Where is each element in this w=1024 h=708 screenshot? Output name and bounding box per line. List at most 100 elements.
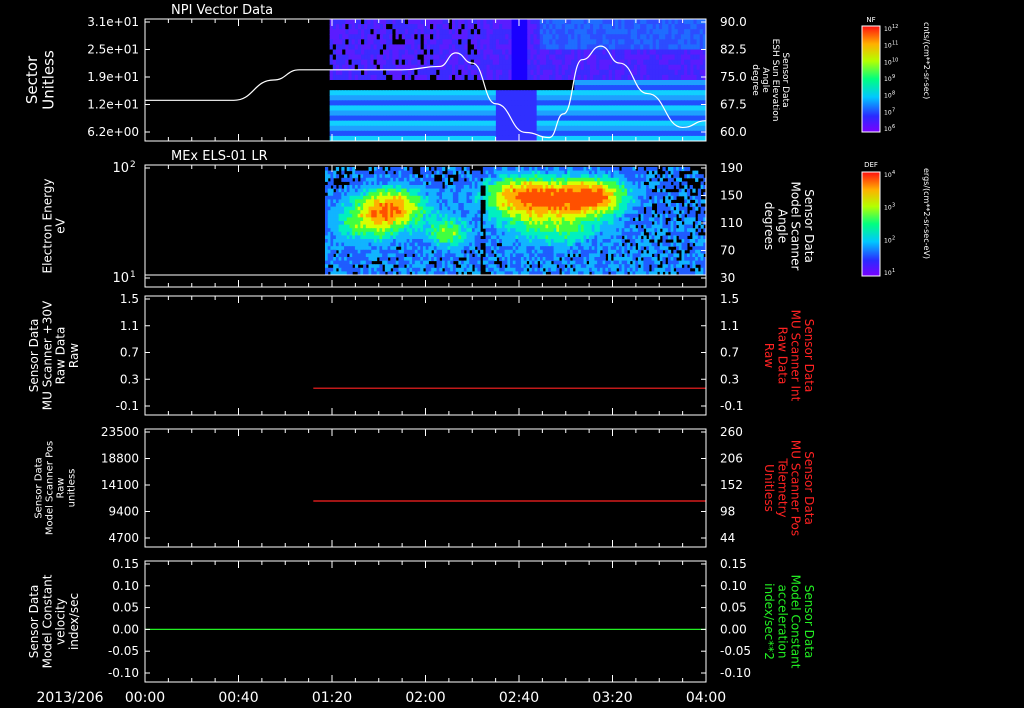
y-tick-label: 10: [112, 161, 129, 176]
panel-1: NPI Vector Data 3.1e+01 2.5e+01 1.9e+01 1.2e…: [23, 3, 790, 142]
axis-label-line: Sensor Data: [780, 52, 790, 107]
y2-tick-label: 110: [720, 216, 743, 230]
y2-tick-label: 1.5: [720, 292, 739, 306]
y-tick-label: 0.7: [120, 346, 139, 360]
axis-label-line: ESH Sun Elevation: [770, 39, 780, 122]
y2-tick-label: 1.1: [720, 319, 739, 333]
axis-label-line: Angle: [775, 209, 789, 243]
def-colorbar-label: DEF: [864, 161, 878, 169]
axis-label: Sensor DataMU Scanner +30VRaw DataRaw: [27, 300, 81, 410]
colorbar-tick-label: 10: [884, 26, 892, 33]
y2-tick-label: 82.5: [720, 43, 747, 57]
axis-label-line: Electron Energy: [40, 178, 54, 273]
colorbar-tick-label: 10: [884, 93, 892, 100]
axis-label: SectorUnitless: [23, 50, 58, 110]
colorbar-tick-exp: 2: [892, 235, 895, 241]
y2-tick-label: 0.3: [720, 372, 739, 386]
nf-colorbar-label: NF: [866, 16, 875, 24]
axis-label-line: Raw Data: [54, 327, 68, 385]
y2-tick-label: 70: [720, 244, 735, 258]
y-tick-label: 3.1e+01: [87, 15, 139, 29]
time-tick-label: 01:20: [312, 690, 352, 706]
axis-label-line: unitless: [67, 469, 78, 508]
axis-label-line: acceleration: [775, 585, 789, 659]
time-tick-label: 00:00: [125, 690, 165, 706]
y-tick-label: 1.5: [120, 292, 139, 306]
axis-label-line: Raw: [67, 343, 81, 368]
axis-label-line: Unitless: [762, 464, 776, 512]
y-tick-label: 1.1: [120, 319, 139, 333]
y2-tick-label: 98: [720, 505, 735, 519]
axis-label-line: MU Scanner Pos: [789, 440, 803, 536]
y-tick-label: 0.3: [120, 372, 139, 386]
axis-label-line: MU Scanner Int: [789, 310, 803, 402]
y2-tick-label: 90.0: [720, 15, 747, 29]
axis-label-line: index/sec: [67, 593, 81, 650]
y-tick-label: -0.05: [108, 644, 139, 658]
colorbar-tick-exp: 6: [892, 124, 895, 130]
axis-label-line: Sector: [23, 55, 41, 104]
axis-label: Sensor DataESH Sun ElevationAngledegree: [750, 39, 790, 122]
axis-label: Sensor DataMU Scanner PosTelemetryUnitle…: [762, 440, 816, 536]
colorbar-tick-exp: 1: [892, 268, 895, 274]
y2-tick-label: 30: [720, 271, 735, 285]
y2-tick-label: 260: [720, 425, 743, 439]
colorbar-tick-exp: 7: [892, 107, 895, 113]
y-tick-label: 0.00: [112, 622, 139, 636]
y2-tick-label: 0.15: [720, 557, 747, 571]
y2-tick-label: 206: [720, 452, 743, 466]
axis-label: Sensor DataModel Constantvelocityindex/s…: [27, 574, 81, 668]
y2-tick-label: -0.1: [720, 399, 743, 413]
colorbar-tick-exp: 12: [892, 24, 898, 30]
colorbar-tick-exp: 9: [892, 74, 895, 80]
y2-tick-label: 150: [720, 189, 743, 203]
time-tick-label: 02:40: [499, 690, 539, 706]
npi-heatmap: [329, 19, 706, 141]
colorbar-tick-exp: 8: [892, 91, 895, 97]
colorbar-tick-label: 10: [884, 126, 892, 133]
axis-label-line: Model Constant: [789, 575, 803, 669]
y-tick-label: 2.5e+01: [87, 43, 139, 57]
axis-label: Sensor DataModel Constantaccelerationind…: [762, 575, 816, 669]
y2-tick-label: 44: [720, 531, 735, 545]
def-colorbar: DEF 10 410 310 210 1 ergs/(cm**2-sr-sec-eV): [861, 161, 931, 277]
axis-label-line: Raw Data: [775, 327, 789, 385]
time-tick-label: 02:00: [405, 690, 445, 706]
axis-label-line: Model Constant: [40, 574, 54, 668]
y2-tick-label: 67.5: [720, 98, 747, 112]
y2-tick-label: -0.10: [720, 666, 751, 680]
axis-label-line: eV: [54, 217, 68, 233]
panel-3: 1.5 1.1 0.7 0.3 -0.1 1.5 1.1 0.7 0.3 -0.1 Sensor D…: [27, 292, 816, 416]
y-tick-label: -0.10: [108, 666, 139, 680]
nf-colorbar: NF 10 1210 1110 1010 910 810 710 6 cnts/(cm**2-…: [861, 16, 931, 133]
time-tick-label: 03:20: [592, 690, 632, 706]
axis-label-line: degree: [750, 64, 760, 96]
y-tick-label: 1.9e+01: [87, 70, 139, 84]
axis-label-line: velocity: [54, 598, 68, 645]
axis-label-line: Sensor Data: [27, 319, 41, 393]
y-tick-label: -0.1: [116, 399, 139, 413]
y2-tick-label: 0.10: [720, 579, 747, 593]
panel-4: 23500 18800 14100 9400 4700 260 206 152 98 44 Sens…: [34, 425, 816, 548]
y-tick-label: 1.2e+01: [87, 98, 139, 112]
colorbar-tick-label: 10: [884, 205, 892, 212]
colorbar-tick-label: 10: [884, 237, 892, 244]
y2-tick-label: 60.0: [720, 125, 747, 139]
y-tick-label: 0.15: [112, 557, 139, 571]
y-tick-label-exp: 1: [130, 270, 136, 280]
axis-label-line: index/sec**2: [762, 583, 776, 660]
colorbar-tick-exp: 11: [892, 41, 898, 47]
axis-label-line: Unitless: [39, 50, 57, 110]
y2-tick-label: 0.00: [720, 622, 747, 636]
y2-tick-label: 75.0: [720, 70, 747, 84]
axis-label-line: Model Scanner: [789, 182, 803, 271]
y-tick-label: 18800: [101, 452, 139, 466]
axis-label: Sensor DataModel ScannerAngledegrees: [762, 182, 816, 271]
def-colorbar-units: ergs/(cm**2-sr-sec-eV): [922, 168, 931, 259]
y-tick-label: 4700: [108, 531, 139, 545]
axis-label: Sensor DataModel Scanner PosRawunitless: [34, 441, 78, 535]
axis-label-line: Sensor Data: [802, 319, 816, 393]
nf-colorbar-units: cnts/(cm**2-sr-sec): [922, 22, 931, 99]
colorbar-tick-label: 10: [884, 109, 892, 116]
date-label: 2013/206: [36, 690, 103, 706]
